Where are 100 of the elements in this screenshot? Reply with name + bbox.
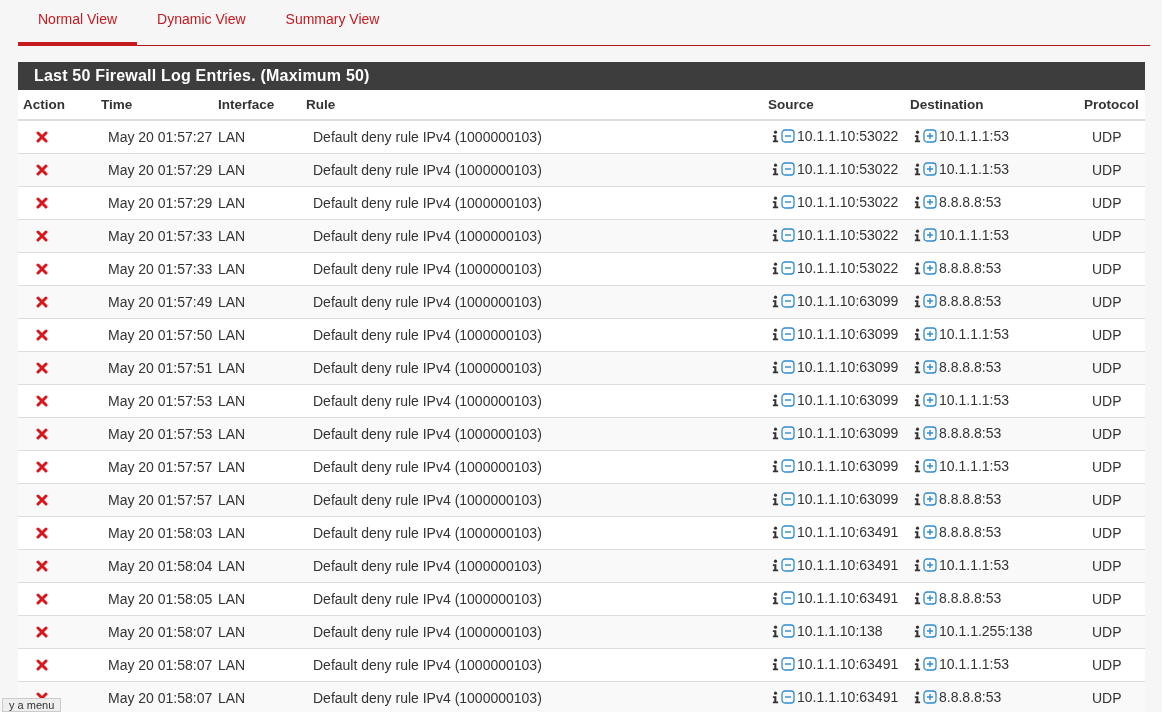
time-text: May 20 01:57:57 (108, 492, 213, 508)
rule-link[interactable]: Default deny rule IPv4 (1000000103) (313, 129, 542, 145)
rule-link[interactable]: Default deny rule IPv4 (1000000103) (313, 591, 542, 607)
source-address: 10.1.1.10:53022 (797, 161, 899, 178)
view-tab[interactable]: Summary View (265, 7, 400, 46)
destination-address: 8.8.8.8:53 (939, 194, 1002, 211)
minus-square-icon[interactable] (781, 393, 795, 408)
protocol-text: UDP (1092, 492, 1122, 508)
info-icon[interactable] (772, 228, 779, 242)
column-header: Interface (213, 90, 301, 120)
minus-square-icon[interactable] (781, 261, 795, 276)
destination-address: 10.1.1.1:53 (939, 458, 1010, 475)
rule-link[interactable]: Default deny rule IPv4 (1000000103) (313, 261, 542, 277)
info-icon[interactable] (772, 492, 779, 506)
info-icon[interactable] (914, 129, 921, 143)
info-icon[interactable] (772, 657, 779, 671)
column-header: Time (96, 90, 213, 120)
view-tab[interactable]: Normal View (18, 7, 138, 46)
source-address: 10.1.1.10:138 (797, 623, 883, 640)
protocol-text: UDP (1092, 261, 1122, 277)
plus-square-icon[interactable] (923, 261, 937, 276)
rule-link[interactable]: Default deny rule IPv4 (1000000103) (313, 327, 542, 343)
protocol-text: UDP (1092, 360, 1122, 376)
interface-text: LAN (218, 525, 246, 541)
destination-address: 10.1.1.255:138 (939, 623, 1033, 640)
info-icon[interactable] (772, 195, 779, 209)
plus-square-icon[interactable] (923, 195, 937, 210)
info-icon[interactable] (772, 624, 779, 638)
interface-text: LAN (218, 624, 246, 640)
info-icon[interactable] (914, 624, 921, 638)
protocol-text: UDP (1092, 162, 1122, 178)
rule-link[interactable]: Default deny rule IPv4 (1000000103) (313, 459, 542, 475)
info-icon[interactable] (772, 294, 779, 308)
minus-square-icon[interactable] (781, 459, 795, 474)
plus-square-icon[interactable] (923, 129, 937, 144)
info-icon[interactable] (772, 327, 779, 341)
tooltip: y a menu (2, 698, 62, 712)
minus-square-icon[interactable] (781, 195, 795, 210)
info-icon[interactable] (914, 525, 921, 539)
plus-square-icon[interactable] (923, 459, 937, 474)
source-address: 10.1.1.10:53022 (797, 194, 899, 211)
info-icon[interactable] (772, 591, 779, 605)
protocol-text: UDP (1092, 426, 1122, 442)
info-icon[interactable] (914, 657, 921, 671)
rule-link[interactable]: Default deny rule IPv4 (1000000103) (313, 195, 542, 211)
info-icon[interactable] (772, 690, 779, 704)
interface-text: LAN (218, 558, 246, 574)
info-icon[interactable] (772, 459, 779, 473)
plus-square-icon[interactable] (923, 657, 937, 672)
info-icon[interactable] (914, 591, 921, 605)
time-text: May 20 01:58:07 (108, 624, 213, 640)
view-tab[interactable]: Dynamic View (137, 7, 266, 46)
info-icon[interactable] (914, 360, 921, 374)
plus-square-icon[interactable] (923, 525, 937, 540)
info-icon[interactable] (914, 492, 921, 506)
info-icon[interactable] (914, 459, 921, 473)
info-icon[interactable] (772, 360, 779, 374)
destination-address: 8.8.8.8:53 (939, 260, 1002, 277)
destination-address: 10.1.1.1:53 (939, 557, 1010, 574)
minus-square-icon[interactable] (781, 657, 795, 672)
minus-square-icon[interactable] (781, 129, 795, 144)
rule-link[interactable]: Default deny rule IPv4 (1000000103) (313, 525, 542, 541)
time-text: May 20 01:57:49 (108, 294, 213, 310)
info-icon[interactable] (772, 129, 779, 143)
minus-square-icon[interactable] (781, 327, 795, 342)
info-icon[interactable] (772, 393, 779, 407)
plus-square-icon[interactable] (923, 393, 937, 408)
time-text: May 20 01:57:27 (108, 129, 213, 145)
destination-address: 8.8.8.8:53 (939, 590, 1002, 607)
interface-text: LAN (218, 294, 246, 310)
info-icon[interactable] (914, 261, 921, 275)
info-icon[interactable] (914, 426, 921, 440)
protocol-text: UDP (1092, 459, 1122, 475)
interface-text: LAN (218, 492, 246, 508)
info-icon[interactable] (772, 261, 779, 275)
time-text: May 20 01:57:33 (108, 261, 213, 277)
plus-square-icon[interactable] (923, 327, 937, 342)
info-icon[interactable] (772, 558, 779, 572)
column-header: Destination (905, 90, 1079, 120)
plus-square-icon[interactable] (923, 591, 937, 606)
protocol-text: UDP (1092, 195, 1122, 211)
info-icon[interactable] (772, 426, 779, 440)
column-header: Rule (301, 90, 763, 120)
minus-square-icon[interactable] (781, 591, 795, 606)
rule-link[interactable]: Default deny rule IPv4 (1000000103) (313, 657, 542, 673)
info-icon[interactable] (914, 294, 921, 308)
info-icon[interactable] (914, 558, 921, 572)
info-icon[interactable] (772, 162, 779, 176)
time-text: May 20 01:57:33 (108, 228, 213, 244)
destination-address: 10.1.1.1:53 (939, 392, 1010, 409)
info-icon[interactable] (914, 162, 921, 176)
info-icon[interactable] (914, 393, 921, 407)
info-icon[interactable] (914, 195, 921, 209)
info-icon[interactable] (914, 690, 921, 704)
minus-square-icon[interactable] (781, 525, 795, 540)
info-icon[interactable] (914, 327, 921, 341)
info-icon[interactable] (772, 525, 779, 539)
info-icon[interactable] (914, 228, 921, 242)
rule-link[interactable]: Default deny rule IPv4 (1000000103) (313, 393, 542, 409)
destination-address: 10.1.1.1:53 (939, 128, 1010, 145)
